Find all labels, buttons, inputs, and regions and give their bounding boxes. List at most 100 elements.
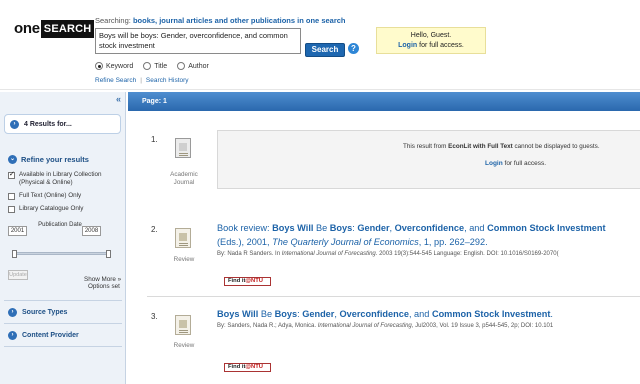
checkbox-full-text[interactable] <box>8 192 15 200</box>
title-part: Be <box>258 309 275 319</box>
review-icon <box>175 315 193 335</box>
restricted-login-line: Login for full access. <box>485 160 546 167</box>
results-count: 4 Results for... <box>24 120 72 128</box>
date-range-slider[interactable] <box>12 250 111 258</box>
filter-library-catalogue[interactable]: Library Catalogue Only <box>8 205 83 213</box>
refine-search-link[interactable]: Refine Search <box>95 77 136 84</box>
searching-scope[interactable]: books, journal articles and other public… <box>133 16 346 25</box>
search-links: Refine Search | Search History <box>95 77 189 84</box>
title-part: Gender <box>302 309 335 319</box>
radio-label: Title <box>154 62 168 70</box>
help-icon[interactable]: ? <box>348 43 359 54</box>
slider-handle-start[interactable] <box>12 250 17 258</box>
find-it-ntu-button[interactable]: Find it@NTU <box>224 363 271 372</box>
academic-journal-icon <box>175 138 193 158</box>
title-part: . <box>550 309 553 319</box>
title-part: Common Stock Investment <box>431 309 551 319</box>
title-part: (Eds.), 2001, <box>217 237 273 247</box>
results-for-panel[interactable]: › 4 Results for... <box>4 114 121 134</box>
document-icon <box>175 138 191 158</box>
filter-library-collection[interactable]: Available in Library Collection (Physica… <box>8 171 120 187</box>
result-metadata: By: Sanders, Nada R.; Adya, Monica. Inte… <box>217 323 553 329</box>
update-button[interactable]: Update <box>8 270 28 280</box>
guest-login-line: Login for full access. <box>377 41 485 51</box>
slider-handle-end[interactable] <box>106 250 111 258</box>
sidebar-divider <box>4 300 122 301</box>
onesearch-logo[interactable]: one SEARCH <box>14 20 95 38</box>
filter-label: Available in Library Collection (Physica… <box>19 171 102 186</box>
title-part: The Quarterly Journal of Economics <box>272 237 419 247</box>
findit-label: Find it <box>228 364 246 370</box>
source-types-section[interactable]: › Source Types <box>8 308 67 317</box>
result-number: 2. <box>151 225 158 234</box>
login-suffix: for full access. <box>417 42 464 49</box>
title-part: Boys Will <box>272 223 314 233</box>
title-part: Boys <box>329 223 353 233</box>
expand-arrow-icon[interactable]: › <box>10 119 19 129</box>
radio-button-title[interactable] <box>143 62 152 70</box>
filter-label: Library Catalogue Only <box>19 205 84 212</box>
search-input[interactable]: Boys will be boys: Gender, overconfidenc… <box>95 28 301 54</box>
radio-author[interactable]: Author <box>177 62 209 70</box>
result-title-link[interactable]: Book review: Boys Will Be Boys: Gender, … <box>217 222 606 234</box>
refine-sidebar: « › 4 Results for... ⌄ Refine your resul… <box>0 92 126 384</box>
content-provider-section[interactable]: › Content Provider <box>8 331 79 340</box>
collapse-arrow-icon[interactable]: ⌄ <box>8 155 17 164</box>
checkbox-library-collection[interactable] <box>8 171 15 179</box>
expand-arrow-icon[interactable]: › <box>8 308 17 317</box>
result-type-label: Academic Journal <box>170 171 198 186</box>
page-label: Page: 1 <box>142 98 167 105</box>
checkbox-library-catalogue[interactable] <box>8 205 15 213</box>
title-part: Boys <box>274 309 298 319</box>
document-icon <box>175 228 191 248</box>
login-suffix: for full access. <box>502 160 547 167</box>
meta-part: By: Sanders, Nada R.; Adya, Monica. <box>217 323 318 329</box>
review-icon <box>175 228 193 248</box>
refine-title: Refine your results <box>21 155 89 164</box>
search-history-link[interactable]: Search History <box>146 77 189 84</box>
filter-label: Full Text (Online) Only <box>19 192 82 199</box>
header: one SEARCH Searching: books, journal art… <box>0 0 640 90</box>
title-part: , and <box>464 223 488 233</box>
radio-keyword[interactable]: Keyword <box>95 62 133 70</box>
sidebar-divider <box>4 323 122 324</box>
restricted-prefix: This result from <box>403 143 449 150</box>
options-set-link[interactable]: Options set <box>88 283 120 290</box>
title-part: , 1, pp. 262–292. <box>418 237 488 247</box>
login-link[interactable]: Login <box>398 42 417 49</box>
find-it-ntu-button[interactable]: Find it@NTU <box>224 277 271 286</box>
restricted-message: This result from EconLit with Full Text … <box>403 143 640 150</box>
source-types-label: Source Types <box>22 309 68 316</box>
sidebar-divider <box>4 346 122 347</box>
radio-button-keyword[interactable] <box>95 62 103 70</box>
title-part: Overconfidence <box>339 309 409 319</box>
radio-title[interactable]: Title <box>143 62 167 70</box>
result-title-link[interactable]: Boys Will Be Boys: Gender, Overconfidenc… <box>217 308 553 320</box>
collapse-sidebar-icon[interactable]: « <box>116 94 121 104</box>
login-link[interactable]: Login <box>485 160 503 167</box>
findit-ntu-label: @NTU <box>245 278 263 284</box>
logo-search-text: SEARCH <box>40 20 95 38</box>
restricted-source: EconLit with Full Text <box>448 143 513 150</box>
refine-results-header[interactable]: ⌄ Refine your results <box>8 155 89 164</box>
radio-button-author[interactable] <box>177 62 186 70</box>
search-button[interactable]: Search <box>305 43 345 57</box>
date-from-input[interactable]: 2001 <box>8 226 27 236</box>
title-part: Book review: <box>217 223 273 233</box>
result-type-label: Review <box>173 256 195 263</box>
date-to-input[interactable]: 2008 <box>82 226 101 236</box>
show-more-link[interactable]: Show More » <box>84 276 121 283</box>
title-part: , and <box>408 309 432 319</box>
content-provider-label: Content Provider <box>22 332 79 339</box>
expand-arrow-icon[interactable]: › <box>8 331 17 340</box>
meta-part: International Journal of Forecasting <box>317 323 412 329</box>
filter-full-text[interactable]: Full Text (Online) Only <box>8 192 81 200</box>
result-type-label: Review <box>173 342 195 349</box>
radio-label: Keyword <box>106 62 134 70</box>
restricted-result-box <box>217 130 640 189</box>
document-icon <box>175 315 191 335</box>
title-part: Gender <box>357 223 390 233</box>
result-title-continuation[interactable]: (Eds.), 2001, The Quarterly Journal of E… <box>217 236 488 248</box>
result-number: 1. <box>151 135 158 144</box>
title-part: Boys Will <box>217 309 259 319</box>
